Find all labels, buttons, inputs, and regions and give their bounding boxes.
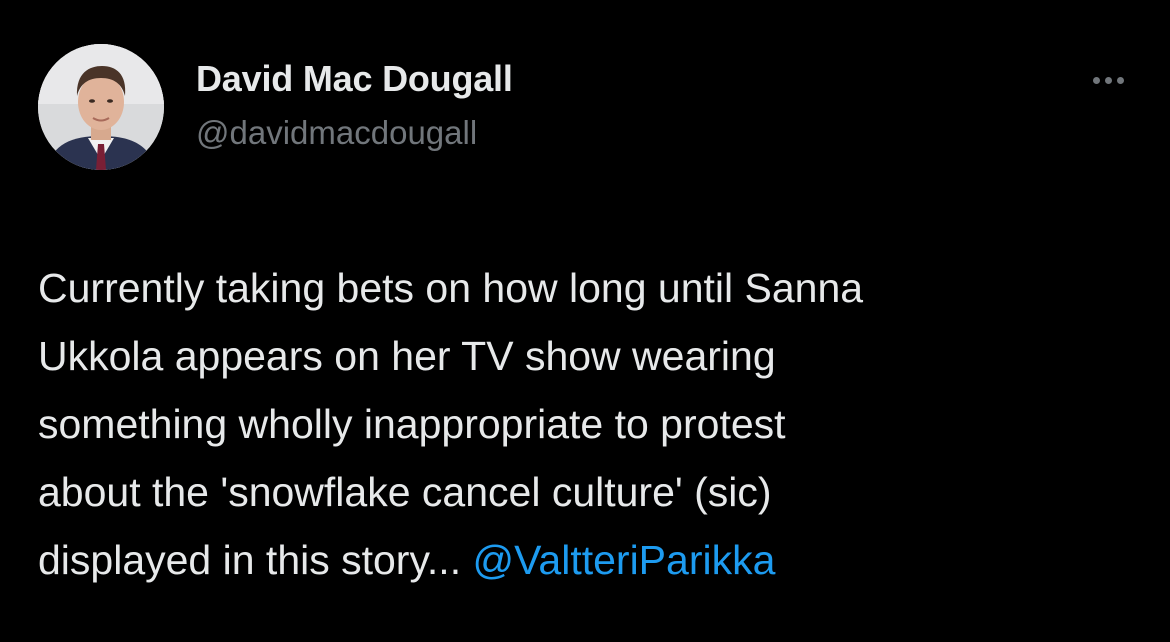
- tweet-text-line: about the 'snowflake cancel culture' (si…: [38, 469, 772, 515]
- tweet-text-line: Ukkola appears on her TV show wearing: [38, 333, 776, 379]
- more-horizontal-icon: [1092, 76, 1100, 84]
- avatar[interactable]: [38, 44, 164, 170]
- author-handle[interactable]: @davidmacdougall: [196, 114, 477, 152]
- tweet-text-line: Currently taking bets on how long until …: [38, 265, 864, 311]
- more-horizontal-icon-dot: [1116, 76, 1124, 84]
- tweet-text: Currently taking bets on how long until …: [38, 254, 1138, 594]
- tweet-text-segment: displayed in this story...: [38, 537, 462, 583]
- mention-link[interactable]: @ValtteriParikka: [473, 537, 776, 583]
- avatar-photo: [38, 44, 164, 170]
- author-display-name[interactable]: David Mac Dougall: [196, 58, 513, 100]
- more-horizontal-icon-dot: [1104, 76, 1112, 84]
- more-options-button[interactable]: [1082, 60, 1134, 100]
- tweet-text-line-last: displayed in this story... @ValtteriPari…: [38, 526, 1138, 594]
- tweet-text-line: something wholly inappropriate to protes…: [38, 401, 786, 447]
